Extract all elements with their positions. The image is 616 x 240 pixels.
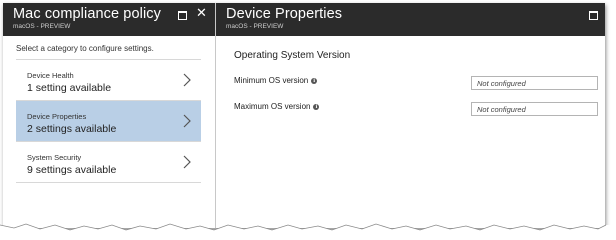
category-item-device-properties[interactable]: Device Properties 2 settings available	[16, 101, 201, 142]
right-blade-header: Device Properties macOS - PREVIEW	[216, 3, 605, 36]
maximize-icon	[178, 11, 187, 20]
category-name: Device Health	[27, 71, 74, 80]
right-maximize-button[interactable]	[588, 9, 600, 21]
left-maximize-button[interactable]	[177, 9, 189, 21]
category-name: Device Properties	[27, 112, 87, 121]
chevron-right-icon	[183, 114, 191, 128]
category-setting-count: 1 setting available	[27, 82, 112, 94]
left-blade-title: Mac compliance policy	[13, 6, 161, 22]
field-label-text: Maximum OS version	[234, 102, 311, 111]
category-item-system-security[interactable]: System Security 9 settings available	[16, 142, 201, 183]
device-properties-blade: Device Properties macOS - PREVIEW Operat…	[216, 3, 605, 228]
chevron-right-icon	[183, 155, 191, 169]
category-list: Device Health 1 setting available Device…	[16, 59, 201, 183]
category-item-device-health[interactable]: Device Health 1 setting available	[16, 60, 201, 101]
close-icon: ✕	[196, 5, 207, 20]
compliance-policy-blade: Mac compliance policy macOS - PREVIEW ✕ …	[3, 3, 216, 228]
category-setting-count: 9 settings available	[27, 164, 117, 176]
category-setting-count: 2 settings available	[27, 123, 117, 135]
portal-window: Mac compliance policy macOS - PREVIEW ✕ …	[3, 3, 605, 228]
category-name: System Security	[27, 153, 82, 162]
left-blade-subtitle: macOS - PREVIEW	[13, 23, 71, 30]
left-close-button[interactable]: ✕	[196, 5, 208, 21]
min-os-version-input[interactable]	[471, 76, 598, 90]
category-instruction: Select a category to configure settings.	[16, 44, 154, 53]
info-icon[interactable]: i	[311, 78, 318, 84]
info-icon[interactable]: i	[313, 104, 320, 110]
os-version-section-title: Operating System Version	[234, 50, 351, 61]
maximize-icon	[589, 11, 598, 20]
right-blade-title: Device Properties	[226, 6, 343, 22]
max-os-version-input[interactable]	[471, 102, 598, 116]
right-blade-subtitle: macOS - PREVIEW	[226, 23, 284, 30]
min-os-version-label: Minimum OS version i	[234, 76, 318, 85]
chevron-right-icon	[183, 73, 191, 87]
max-os-version-label: Maximum OS version i	[234, 102, 320, 111]
left-blade-header: Mac compliance policy macOS - PREVIEW ✕	[3, 3, 215, 36]
field-label-text: Minimum OS version	[234, 76, 309, 85]
torn-edge-decoration	[0, 223, 616, 237]
